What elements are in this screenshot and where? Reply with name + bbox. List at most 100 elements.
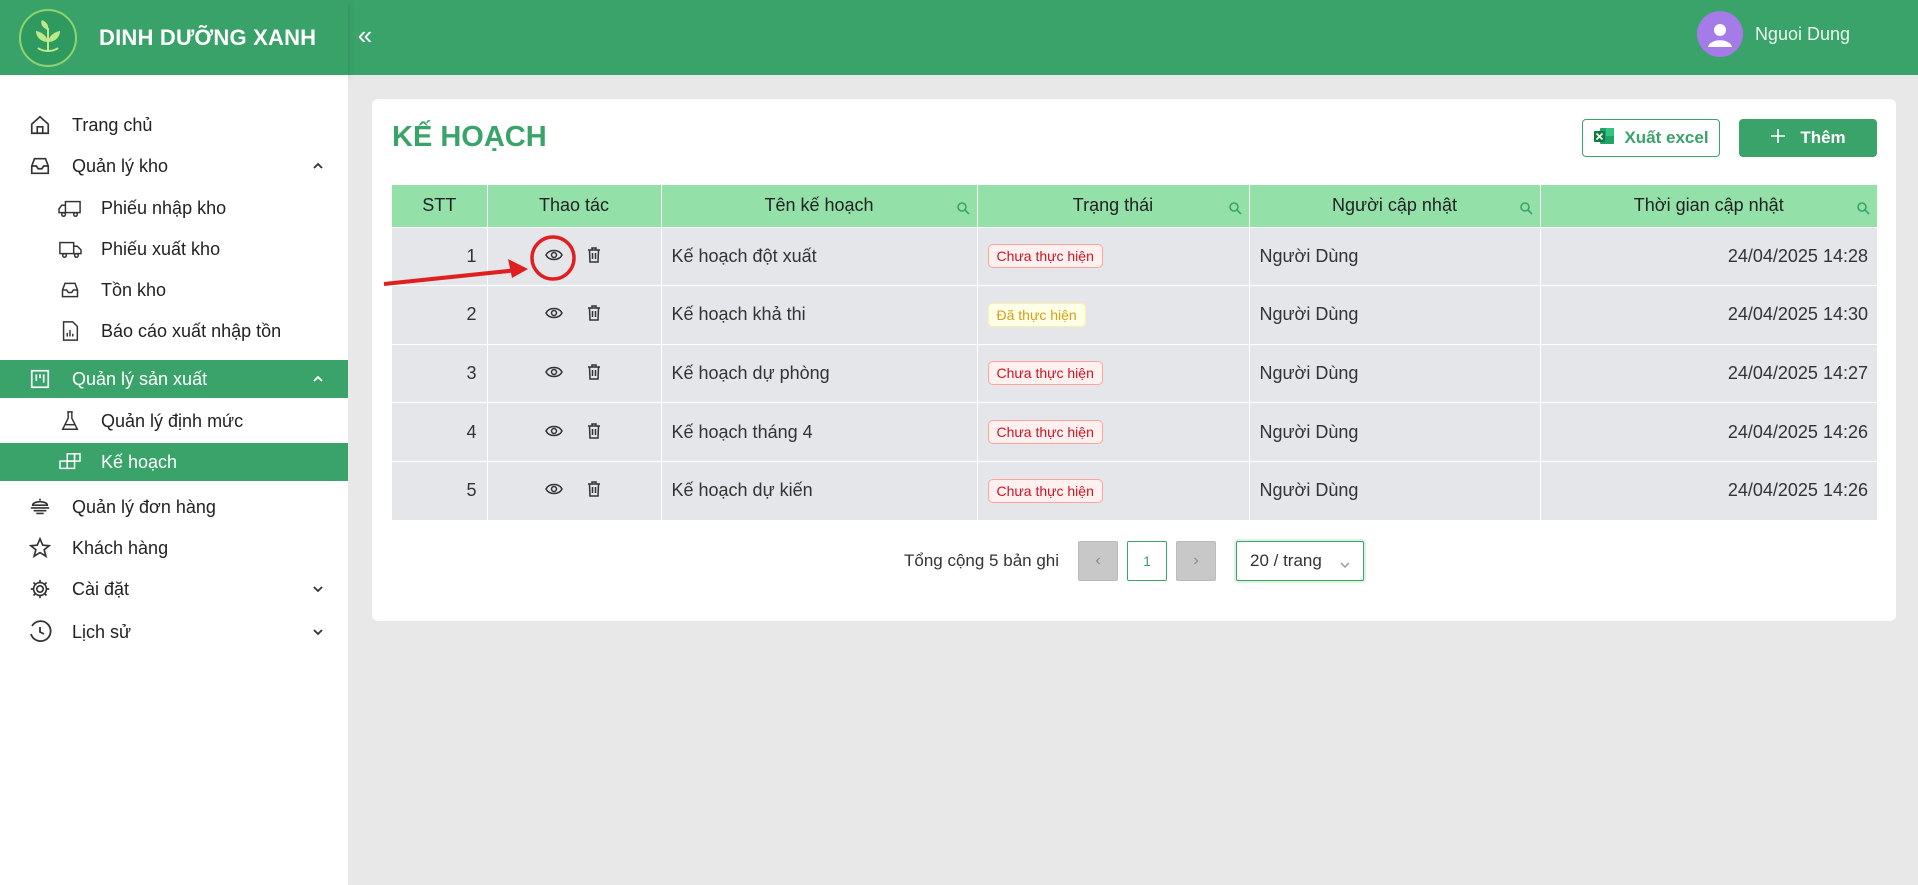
table-row[interactable]: 2 Kế hoạch khả thi Đã thực hiện Người Dù…: [392, 285, 1877, 345]
sidebar-item-norms[interactable]: Quản lý định mức: [0, 402, 348, 440]
cell-updated-by: Người Dùng: [1249, 343, 1541, 403]
cell-stt: 1: [392, 226, 488, 286]
inbox-icon: [57, 277, 83, 303]
sidebar-item-label: Khách hàng: [72, 537, 169, 558]
table-header-row: STT Thao tác Tên kế hoạch Trạng thái Ngư…: [392, 185, 1877, 227]
chevron-down-icon: [310, 581, 326, 597]
eye-icon[interactable]: [545, 363, 563, 381]
cell-updated-by: Người Dùng: [1249, 226, 1541, 286]
cell-actions: [487, 226, 662, 286]
eye-icon[interactable]: [545, 246, 563, 264]
status-badge: Chưa thực hiện: [987, 361, 1103, 386]
inbox-icon: [27, 153, 53, 179]
clock-icon: [27, 619, 53, 645]
sidebar-item-history[interactable]: Lịch sử: [0, 613, 348, 651]
avatar[interactable]: [1696, 11, 1743, 57]
eye-icon[interactable]: [545, 480, 563, 498]
cell-status: Chưa thực hiện: [977, 460, 1250, 520]
next-page-button[interactable]: ›: [1176, 541, 1216, 581]
chevron-up-icon: [310, 158, 326, 174]
table-row[interactable]: 3 Kế hoạch dự phòng Chưa thực hiện Người…: [392, 343, 1877, 403]
header-stt: STT: [392, 185, 488, 227]
header-updated-time: Thời gian cập nhật: [1540, 185, 1877, 227]
trash-icon[interactable]: [585, 480, 603, 498]
add-button[interactable]: Thêm: [1739, 119, 1877, 157]
eye-icon[interactable]: [545, 304, 563, 322]
cell-actions: [487, 285, 662, 345]
cell-actions: [487, 460, 662, 520]
blocks-icon: [57, 449, 83, 475]
cell-status: Chưa thực hiện: [977, 226, 1250, 286]
page-size-value: 20 / trang: [1250, 551, 1322, 570]
sidebar-item-warehouse[interactable]: Quản lý kho: [0, 147, 348, 185]
gear-icon: [27, 576, 53, 602]
cell-plan-name: Kế hoạch dự kiến: [661, 460, 978, 520]
top-header: DINH DƯỠNG XANH « Nguoi Dung: [0, 0, 1918, 75]
user-name[interactable]: Nguoi Dung: [1755, 24, 1850, 45]
sidebar-item-label: Phiếu nhập kho: [101, 197, 227, 218]
cell-actions: [487, 343, 662, 403]
cell-stt: 4: [392, 402, 488, 462]
cell-updated-time: 24/04/2025 14:28: [1540, 226, 1877, 286]
cell-updated-time: 24/04/2025 14:26: [1540, 402, 1877, 462]
sidebar-item-plan[interactable]: Kế hoạch: [0, 443, 348, 481]
excel-icon: [1593, 126, 1615, 151]
table-row[interactable]: 4 Kế hoạch tháng 4 Chưa thực hiện Người …: [392, 402, 1877, 462]
sidebar: Trang chủ Quản lý kho Phiếu nhập kho Phi…: [0, 75, 348, 885]
table-row[interactable]: 5 Kế hoạch dự kiến Chưa thực hiện Người …: [392, 460, 1877, 520]
header-updated-by: Người cập nhật: [1249, 185, 1541, 227]
sidebar-item-settings[interactable]: Cài đặt: [0, 570, 348, 608]
cell-status: Chưa thực hiện: [977, 402, 1250, 462]
report-icon: [57, 318, 83, 344]
cell-plan-name: Kế hoạch dự phòng: [661, 343, 978, 403]
sidebar-item-orders[interactable]: Quản lý đơn hàng: [0, 488, 348, 526]
sidebar-item-report[interactable]: Báo cáo xuất nhập tồn: [0, 312, 348, 350]
sidebar-item-export-receipt[interactable]: Phiếu xuất kho: [0, 230, 348, 268]
total-records: Tổng cộng 5 bản ghi: [904, 551, 1060, 570]
page-1-button[interactable]: 1: [1127, 541, 1167, 581]
search-icon[interactable]: [956, 199, 970, 215]
sidebar-item-customers[interactable]: Khách hàng: [0, 529, 348, 567]
truck-in-icon: [57, 195, 83, 221]
table-row[interactable]: 1 Kế hoạch đột xuất Chưa thực hiện Người…: [392, 226, 1877, 286]
add-label: Thêm: [1800, 128, 1846, 147]
search-icon[interactable]: [1228, 199, 1242, 215]
sidebar-item-production[interactable]: Quản lý sản xuất: [0, 360, 348, 398]
trash-icon[interactable]: [585, 304, 603, 322]
double-chevron-left-icon[interactable]: «: [350, 20, 380, 50]
cell-updated-by: Người Dùng: [1249, 460, 1541, 520]
prev-page-button[interactable]: ‹: [1078, 541, 1118, 581]
user-menu[interactable]: Nguoi Dung: [1696, 11, 1850, 57]
search-icon[interactable]: [1856, 199, 1870, 215]
sidebar-item-home[interactable]: Trang chủ: [0, 106, 348, 144]
cell-plan-name: Kế hoạch đột xuất: [661, 226, 978, 286]
trash-icon[interactable]: [585, 422, 603, 440]
cell-stt: 5: [392, 460, 488, 520]
export-excel-button[interactable]: Xuất excel: [1582, 119, 1720, 157]
home-icon: [27, 112, 53, 138]
cell-stt: 3: [392, 343, 488, 403]
brand-title: DINH DƯỠNG XANH: [99, 24, 317, 50]
star-icon: [27, 535, 53, 561]
sidebar-item-import-receipt[interactable]: Phiếu nhập kho: [0, 189, 348, 227]
cell-stt: 2: [392, 285, 488, 345]
status-badge: Chưa thực hiện: [987, 244, 1103, 269]
page-size-select[interactable]: 20 / trang: [1236, 541, 1364, 581]
search-icon[interactable]: [1519, 199, 1533, 215]
trash-icon[interactable]: [585, 363, 603, 381]
eye-icon[interactable]: [545, 422, 563, 440]
cell-status: Đã thực hiện: [977, 285, 1250, 345]
sidebar-item-inventory[interactable]: Tồn kho: [0, 271, 348, 309]
cell-updated-by: Người Dùng: [1249, 285, 1541, 345]
chevron-left-icon: ‹: [1095, 552, 1101, 569]
sidebar-item-label: Cài đặt: [72, 578, 130, 599]
header-plan-name: Tên kế hoạch: [661, 185, 978, 227]
cell-actions: [487, 402, 662, 462]
project-icon: [27, 366, 53, 392]
cell-plan-name: Kế hoạch tháng 4: [661, 402, 978, 462]
trash-icon[interactable]: [585, 246, 603, 264]
sidebar-item-label: Trang chủ: [72, 114, 153, 135]
sidebar-item-label: Quản lý sản xuất: [72, 368, 208, 389]
plus-icon: [1770, 128, 1786, 149]
status-badge: Đã thực hiện: [987, 302, 1086, 327]
